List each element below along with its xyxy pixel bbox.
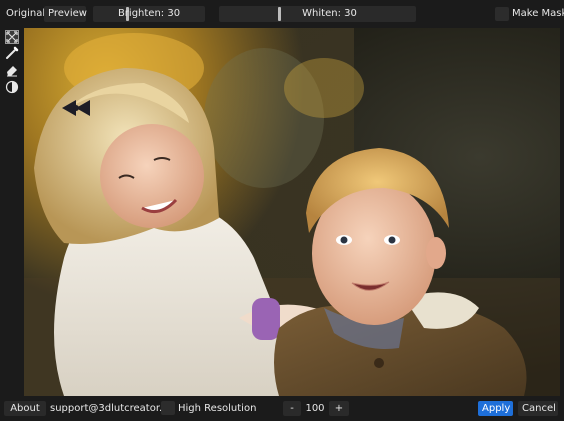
about-button[interactable]: About [4, 401, 46, 416]
make-mask-checkbox[interactable] [495, 7, 509, 21]
whiten-slider-label: Whiten: 30 [302, 8, 357, 19]
whiten-slider[interactable]: Whiten: 30 [219, 6, 416, 22]
high-resolution-label: High Resolution [178, 403, 257, 414]
image-canvas[interactable] [24, 28, 560, 396]
support-email-link[interactable]: support@3dlutcreator.ru [50, 401, 173, 416]
photo-preview [24, 28, 560, 396]
preview-button[interactable]: Preview [44, 6, 87, 22]
zoom-out-button[interactable]: - [283, 401, 301, 416]
top-toolbar: Original Preview Brighten: 30 Whiten: 30… [0, 0, 564, 28]
apply-button[interactable]: Apply [478, 401, 513, 416]
original-button[interactable]: Original [6, 6, 45, 22]
make-mask-label: Make Mask [512, 8, 564, 19]
bottom-bar: About support@3dlutcreator.ru High Resol… [0, 396, 564, 421]
left-toolbar [0, 28, 24, 396]
eraser-icon[interactable] [5, 63, 19, 77]
contrast-icon[interactable] [5, 80, 19, 94]
brush-icon[interactable] [5, 46, 19, 60]
high-resolution-checkbox[interactable] [161, 401, 175, 415]
fit-screen-icon[interactable] [5, 30, 19, 44]
brighten-slider-label: Brighten: 30 [117, 8, 181, 19]
zoom-in-button[interactable]: + [329, 401, 349, 416]
cancel-button[interactable]: Cancel [518, 401, 558, 416]
brighten-slider[interactable]: Brighten: 30 [93, 6, 205, 22]
zoom-value: 100 [305, 403, 325, 414]
